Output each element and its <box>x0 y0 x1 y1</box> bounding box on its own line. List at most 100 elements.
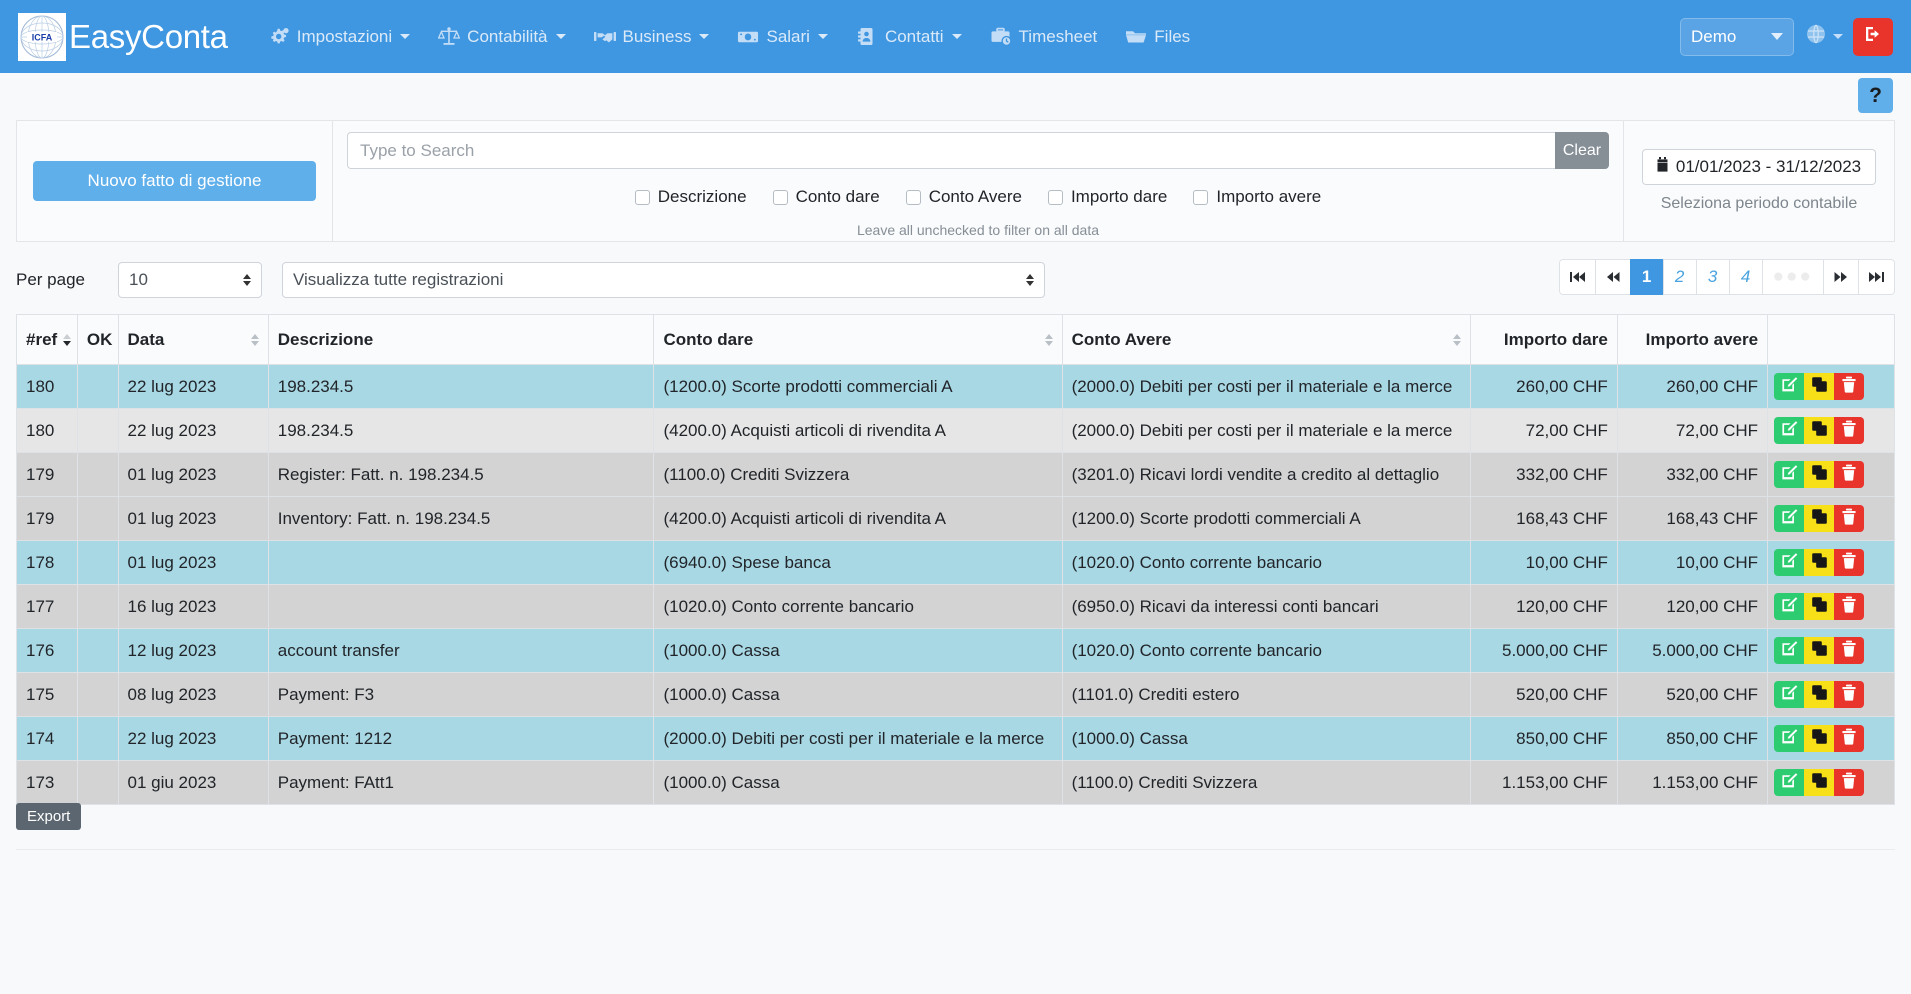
view-filter-value: Visualizza tutte registrazioni <box>293 270 504 289</box>
table-row[interactable]: 178 01 lug 2023 (6940.0) Spese banca (1020.… <box>16 540 1895 585</box>
delete-row-button[interactable] <box>1834 417 1865 444</box>
clear-search-button[interactable]: Clear <box>1555 132 1609 169</box>
cell-ref: 179 <box>16 496 78 541</box>
accounting-period-button[interactable]: 01/01/2023 - 31/12/2023 <box>1641 149 1877 185</box>
nav-item-contabilita[interactable]: Contabilità <box>424 19 579 55</box>
accounting-period-note: Seleziona periodo contabile <box>1660 195 1858 212</box>
pagination-prev-button[interactable] <box>1594 259 1631 295</box>
help-button[interactable]: ? <box>1858 78 1893 113</box>
cell-conto-dare: (1020.0) Conto corrente bancario <box>653 584 1063 629</box>
nav-item-salari[interactable]: Salari <box>723 19 841 55</box>
edit-row-button[interactable] <box>1774 373 1805 400</box>
column-header-conto-avere[interactable]: Conto Avere <box>1061 314 1471 365</box>
pagination-last-button[interactable] <box>1858 259 1895 295</box>
pagination-next-button[interactable] <box>1823 259 1859 295</box>
pagination-page-4[interactable]: 4 <box>1728 259 1763 295</box>
table-row[interactable]: 177 16 lug 2023 (1020.0) Conto corrente ba… <box>16 584 1895 629</box>
edit-row-button[interactable] <box>1774 769 1805 796</box>
table-row[interactable]: 180 22 lug 2023 198.234.5 (4200.0) Acquisti… <box>16 408 1895 453</box>
checkbox-box-icon[interactable] <box>634 189 650 205</box>
folder-icon <box>1125 27 1147 47</box>
checkbox-descrizione[interactable]: Descrizione <box>634 187 747 207</box>
brand[interactable]: ICFA EasyConta <box>18 12 228 61</box>
delete-row-button[interactable] <box>1834 549 1865 576</box>
pagination-page-3[interactable]: 3 <box>1695 259 1730 295</box>
duplicate-row-button[interactable] <box>1804 593 1835 620</box>
checkbox-box-icon[interactable] <box>772 189 788 205</box>
delete-row-button[interactable] <box>1834 505 1865 532</box>
checkbox-importo-avere[interactable]: Importo avere <box>1193 187 1321 207</box>
pagination-page-1[interactable]: 1 <box>1629 259 1664 295</box>
row-action-group <box>1774 681 1865 708</box>
table-row[interactable]: 179 01 lug 2023 Register: Fatt. n. 198.234… <box>16 452 1895 497</box>
column-header-ref[interactable]: #ref <box>16 314 78 365</box>
duplicate-row-button[interactable] <box>1804 417 1835 444</box>
cell-data: 22 lug 2023 <box>117 364 269 409</box>
company-select[interactable]: Demo <box>1680 17 1794 56</box>
duplicate-row-button[interactable] <box>1804 769 1835 796</box>
duplicate-row-button[interactable] <box>1804 637 1835 664</box>
table-row[interactable]: 176 12 lug 2023 account transfer (1000.0) C… <box>16 628 1895 673</box>
delete-row-button[interactable] <box>1834 373 1865 400</box>
delete-row-button[interactable] <box>1834 769 1865 796</box>
delete-row-button[interactable] <box>1834 681 1865 708</box>
duplicate-row-button[interactable] <box>1804 373 1835 400</box>
table-row[interactable]: 175 08 lug 2023 Payment: F3 (1000.0) Cassa(… <box>16 672 1895 717</box>
nav-item-timesheet[interactable]: Timesheet <box>976 19 1112 55</box>
sort-icon[interactable] <box>250 333 259 346</box>
pagination-first-button[interactable] <box>1558 259 1596 295</box>
per-page-label: Per page <box>16 270 85 289</box>
search-input[interactable] <box>347 132 1555 169</box>
new-transaction-button[interactable]: Nuovo fatto di gestione <box>33 161 316 201</box>
checkbox-conto-dare[interactable]: Conto dare <box>772 187 880 207</box>
trash-icon <box>1841 376 1857 398</box>
edit-row-button[interactable] <box>1774 593 1805 620</box>
cell-importo-dare: 72,00 CHF <box>1469 408 1618 453</box>
nav-item-impostazioni[interactable]: Impostazioni <box>254 19 424 55</box>
nav-label: Files <box>1154 26 1191 46</box>
table-row[interactable]: 173 01 giu 2023 Payment: FAtt1 (1000.0) Cas… <box>16 760 1895 805</box>
edit-row-button[interactable] <box>1774 549 1805 576</box>
nav-item-files[interactable]: Files <box>1111 19 1204 55</box>
cell-importo-dare: 850,00 CHF <box>1469 716 1618 761</box>
edit-row-button[interactable] <box>1774 417 1805 444</box>
checkbox-importo-dare[interactable]: Importo dare <box>1047 187 1167 207</box>
checkbox-conto-avere[interactable]: Conto Avere <box>905 187 1022 207</box>
edit-row-button[interactable] <box>1774 725 1805 752</box>
column-header-conto-dare[interactable]: Conto dare <box>653 314 1063 365</box>
export-button[interactable]: Export <box>16 803 82 830</box>
logout-button[interactable] <box>1853 17 1893 56</box>
duplicate-row-button[interactable] <box>1804 725 1835 752</box>
copy-icon <box>1811 596 1828 618</box>
table-row[interactable]: 180 22 lug 2023 198.234.5 (1200.0) Scorte p… <box>16 364 1895 409</box>
checkbox-box-icon[interactable] <box>905 189 921 205</box>
edit-row-button[interactable] <box>1774 681 1805 708</box>
column-header-data[interactable]: Data <box>117 314 269 365</box>
checkbox-box-icon[interactable] <box>1193 189 1209 205</box>
duplicate-row-button[interactable] <box>1804 681 1835 708</box>
nav-item-contatti[interactable]: Contatti <box>842 19 976 55</box>
sort-icon[interactable] <box>63 333 72 346</box>
duplicate-row-button[interactable] <box>1804 549 1835 576</box>
nav-item-business[interactable]: Business <box>580 19 724 55</box>
table-row[interactable]: 174 22 lug 2023 Payment: 1212 (2000.0) Debi… <box>16 716 1895 761</box>
edit-row-button[interactable] <box>1774 461 1805 488</box>
delete-row-button[interactable] <box>1834 593 1865 620</box>
cell-conto-dare: (1100.0) Crediti Svizzera <box>653 452 1063 497</box>
sort-icon[interactable] <box>1452 333 1461 346</box>
edit-row-button[interactable] <box>1774 637 1805 664</box>
language-selector[interactable] <box>1804 22 1843 51</box>
delete-row-button[interactable] <box>1834 461 1865 488</box>
per-page-select[interactable]: 10 <box>118 262 262 298</box>
table-row[interactable]: 179 01 lug 2023 Inventory: Fatt. n. 198.23… <box>16 496 1895 541</box>
sort-icon[interactable] <box>1044 333 1053 346</box>
delete-row-button[interactable] <box>1834 725 1865 752</box>
view-filter-select[interactable]: Visualizza tutte registrazioni <box>282 262 1045 298</box>
duplicate-row-button[interactable] <box>1804 505 1835 532</box>
cell-importo-avere: 5.000,00 CHF <box>1616 628 1769 673</box>
checkbox-box-icon[interactable] <box>1047 189 1063 205</box>
delete-row-button[interactable] <box>1834 637 1865 664</box>
pagination-page-2[interactable]: 2 <box>1662 259 1697 295</box>
duplicate-row-button[interactable] <box>1804 461 1835 488</box>
edit-row-button[interactable] <box>1774 505 1805 532</box>
